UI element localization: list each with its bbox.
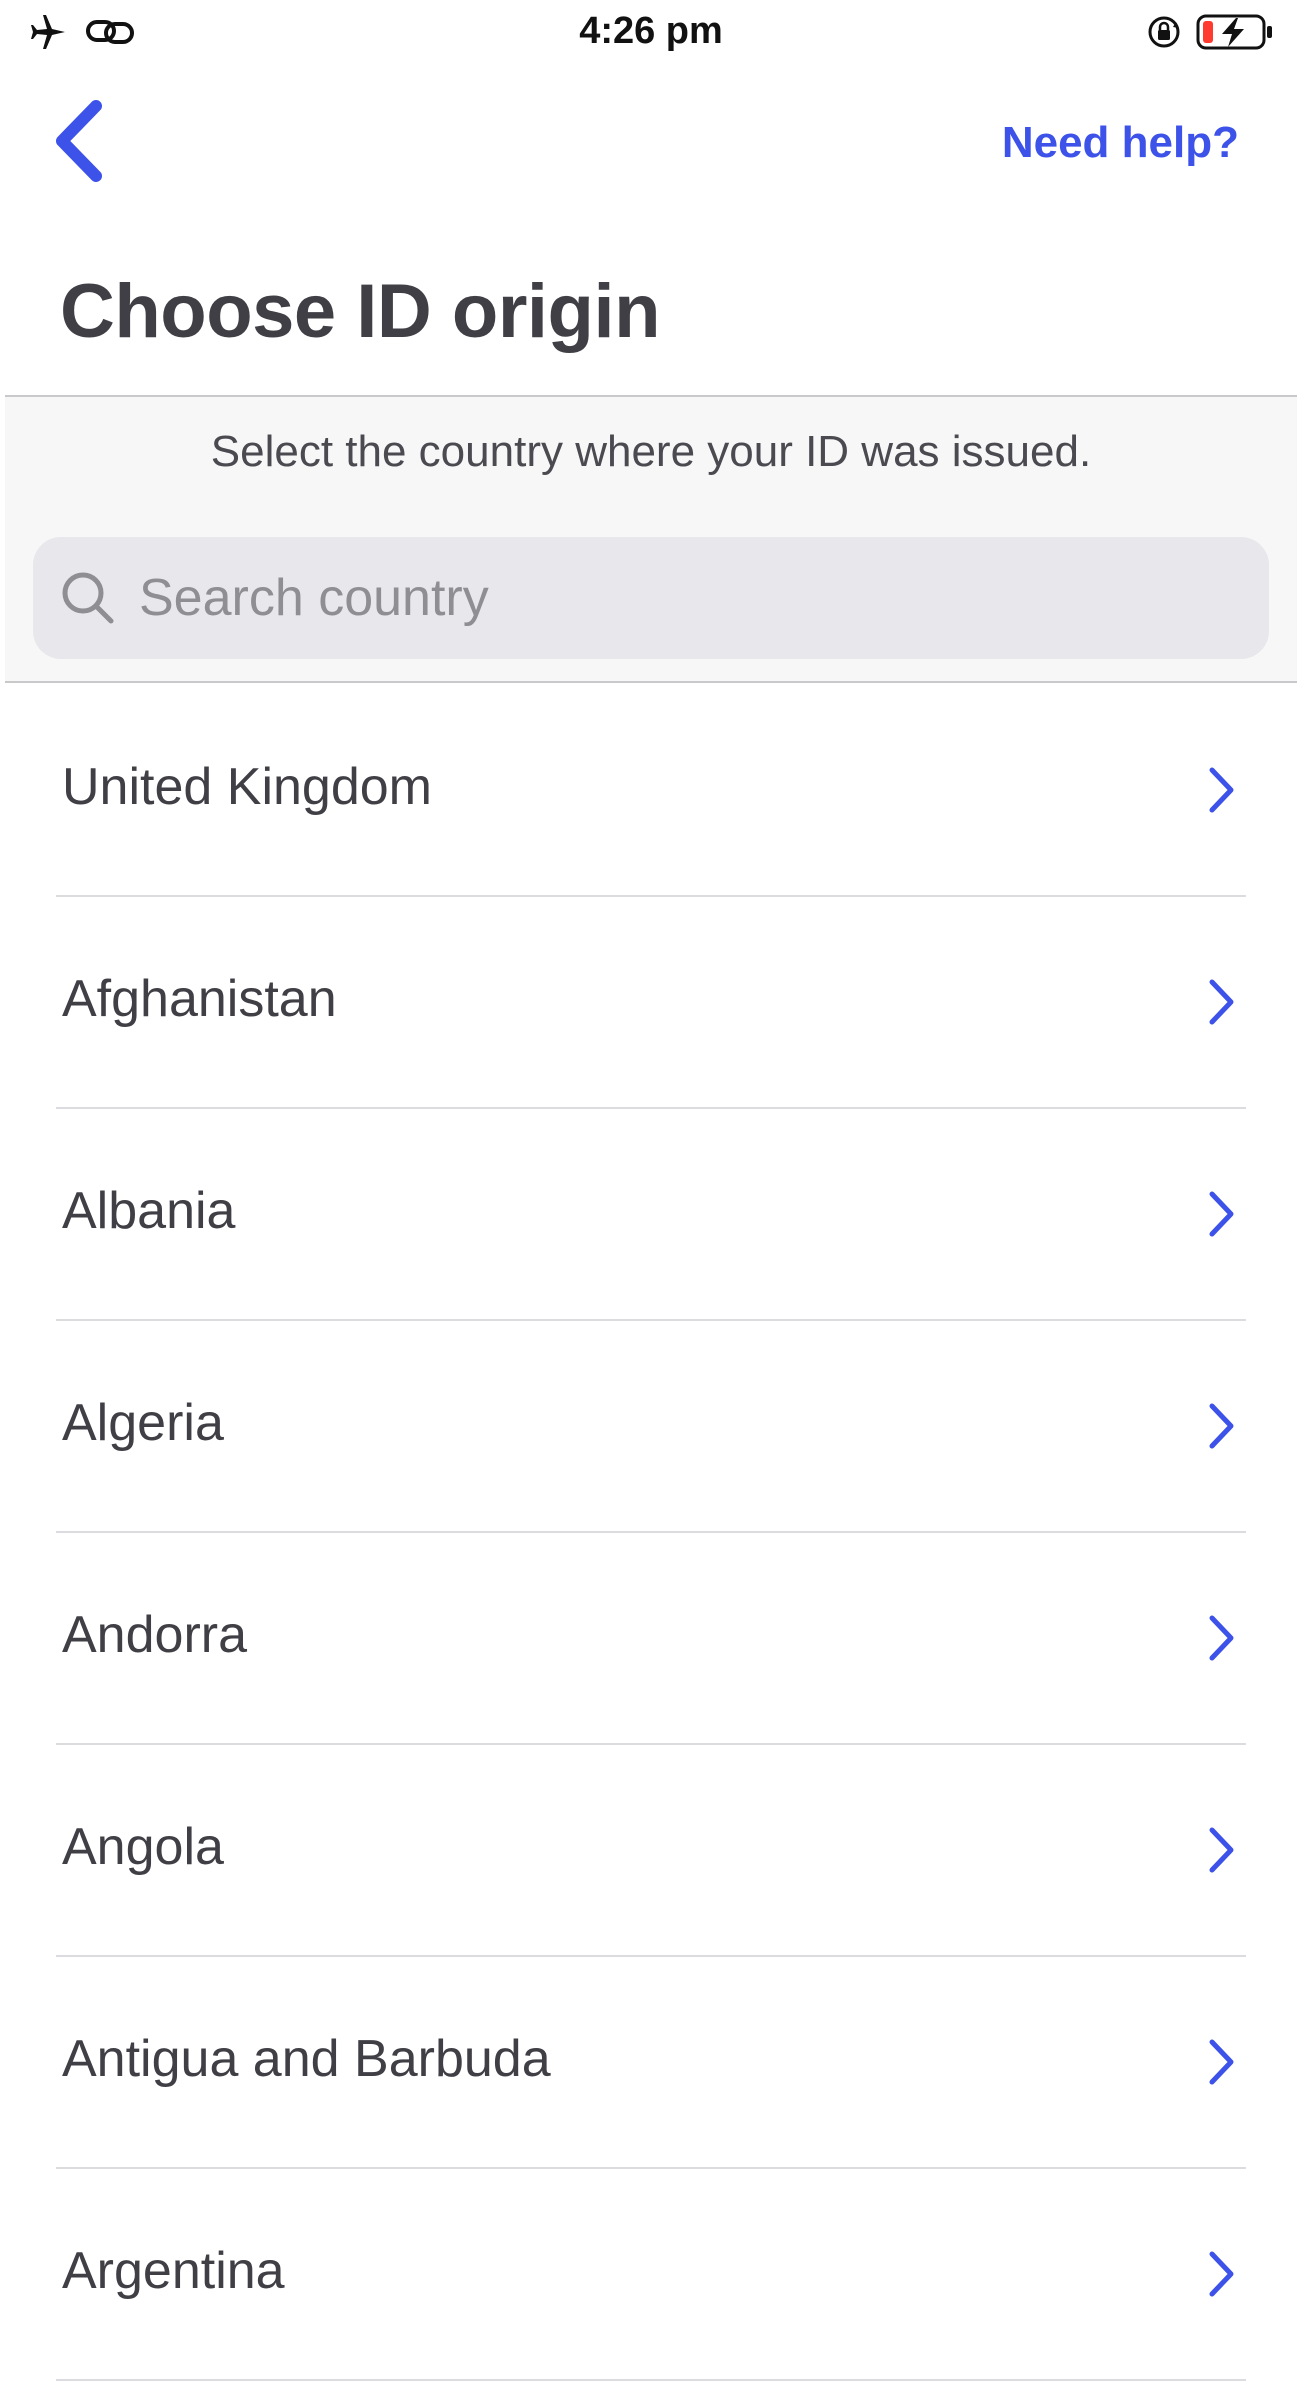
chevron-right-icon xyxy=(1209,2039,1234,2085)
status-time: 4:26 pm xyxy=(579,10,723,52)
search-icon xyxy=(62,572,114,624)
status-right-icons xyxy=(1146,12,1274,52)
search-field[interactable] xyxy=(33,537,1269,659)
country-row-albania[interactable]: Albania xyxy=(0,1109,1302,1321)
search-panel: Select the country where your ID was iss… xyxy=(5,395,1297,683)
chevron-right-icon xyxy=(1209,1615,1234,1661)
chevron-right-icon xyxy=(1209,1191,1234,1237)
chevron-right-icon xyxy=(1209,1403,1234,1449)
country-name: Afghanistan xyxy=(62,970,337,1028)
country-name: Andorra xyxy=(62,1606,247,1664)
country-row-afghanistan[interactable]: Afghanistan xyxy=(0,897,1302,1109)
country-name: Angola xyxy=(62,1818,224,1876)
search-input[interactable] xyxy=(137,567,1241,629)
country-row-antigua-and-barbuda[interactable]: Antigua and Barbuda xyxy=(0,1957,1302,2169)
chevron-right-icon xyxy=(1209,767,1234,813)
country-name: Argentina xyxy=(62,2242,285,2300)
chevron-right-icon xyxy=(1209,1827,1234,1873)
country-row-united-kingdom[interactable]: United Kingdom xyxy=(0,685,1302,897)
country-row-argentina[interactable]: Argentina xyxy=(0,2169,1302,2381)
status-bar: 4:26 pm xyxy=(0,0,1302,64)
chevron-left-icon xyxy=(56,100,102,182)
country-name: United Kingdom xyxy=(62,758,432,816)
country-row-algeria[interactable]: Algeria xyxy=(0,1321,1302,1533)
country-name: Algeria xyxy=(62,1394,224,1452)
country-name: Albania xyxy=(62,1182,236,1240)
country-name: Antigua and Barbuda xyxy=(62,2030,551,2088)
chevron-right-icon xyxy=(1209,979,1234,1025)
back-button[interactable] xyxy=(50,98,110,184)
orientation-lock-icon xyxy=(1148,16,1180,48)
page-title: Choose ID origin xyxy=(60,269,661,354)
search-hint: Select the country where your ID was iss… xyxy=(210,427,1092,476)
chevron-right-icon xyxy=(1209,2251,1234,2297)
country-row-angola[interactable]: Angola xyxy=(0,1745,1302,1957)
battery-low-charging-icon xyxy=(1196,14,1272,50)
country-list: United Kingdom Afghanistan Albania Alger… xyxy=(0,685,1302,2381)
country-row-andorra[interactable]: Andorra xyxy=(0,1533,1302,1745)
need-help-link[interactable]: Need help? xyxy=(1002,118,1239,168)
